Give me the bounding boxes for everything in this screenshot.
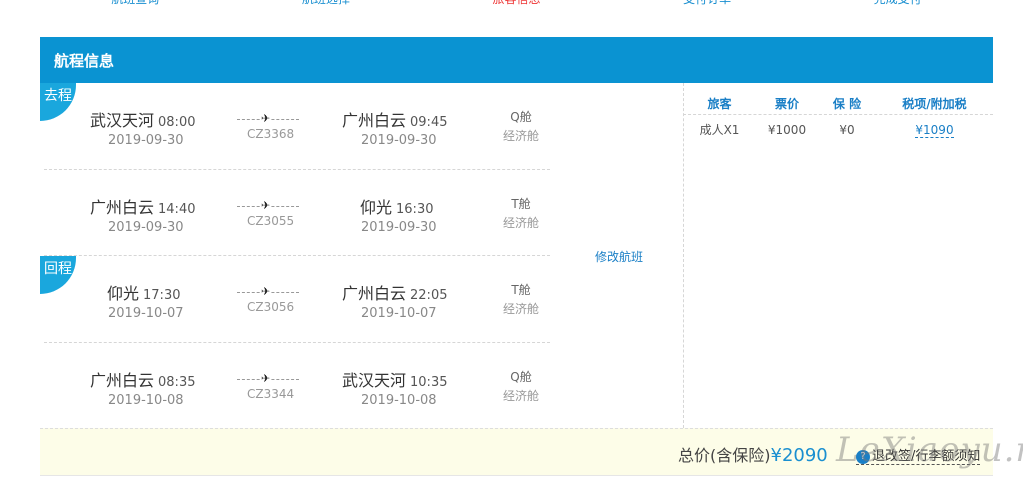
itinerary-panel: 航程信息 去程 武汉天河 08:00 2019-09-30 ✈ CZ3368 广州… (40, 37, 993, 477)
departure-city: 武汉天河 (90, 111, 155, 130)
step-nav: 航班查询 航班选择 旅客信息 支付订单 完成支付 (40, 0, 993, 10)
flight-arrow: ✈ (237, 372, 299, 385)
flight-arrow: ✈ (237, 199, 299, 212)
departure-city: 广州白云 (90, 198, 155, 217)
cabin-code: T舱 (511, 197, 531, 211)
arrival-date: 2019-09-30 (361, 220, 437, 235)
arrival: 广州白云 22:05 (342, 280, 447, 304)
watermark: LeXiaoyu.net (836, 430, 1023, 470)
plane-icon: ✈ (261, 372, 271, 385)
departure: 武汉天河 08:00 (90, 107, 195, 131)
departure-date: 2019-10-07 (108, 306, 184, 321)
flight-number: CZ3055 (247, 214, 295, 228)
departure-city: 仰光 (107, 284, 140, 303)
table-row: 成人X1 ¥1000 ¥0 ¥1090 (683, 115, 993, 141)
cabin-code: T舱 (511, 283, 531, 297)
step-pay-order: 支付订单 (612, 0, 803, 10)
cabin-info: Q舱经济舱 (496, 108, 546, 144)
departure-city: 广州白云 (90, 371, 155, 390)
departure: 广州白云 14:40 (90, 194, 195, 218)
departure: 仰光 17:30 (107, 280, 180, 304)
flight-segment: 武汉天河 08:00 2019-09-30 ✈ CZ3368 广州白云 09:45 … (44, 83, 550, 169)
header-insurance: 保 险 (832, 97, 862, 111)
flight-arrow: ✈ (237, 112, 299, 125)
passenger-type: 成人X1 (699, 122, 740, 137)
step-select-flight: 航班选择 (231, 0, 422, 10)
departure-time: 08:35 (158, 375, 196, 390)
flight-segment: 仰光 17:30 2019-10-07 ✈ CZ3056 广州白云 22:05 20… (44, 256, 550, 342)
flight-number: CZ3056 (247, 300, 295, 314)
cabin-code: Q舱 (510, 110, 532, 124)
cabin-info: T舱经济舱 (496, 195, 546, 231)
arrival: 武汉天河 10:35 (342, 367, 447, 391)
cabin-info: Q舱经济舱 (496, 368, 546, 404)
header-tax: 税项/附加税 (902, 97, 967, 111)
cabin-class: 经济舱 (502, 216, 539, 230)
total-price: 总价(含保险)¥2090 (678, 442, 828, 466)
tax-value[interactable]: ¥1090 (915, 122, 954, 138)
cabin-class: 经济舱 (502, 389, 539, 403)
flight-arrow: ✈ (237, 285, 299, 298)
arrival: 仰光 16:30 (360, 194, 433, 218)
price-table-header: 旅客 票价 保 险 税项/附加税 (683, 83, 993, 115)
cabin-class: 经济舱 (502, 129, 539, 143)
departure-date: 2019-09-30 (108, 220, 184, 235)
header-fare: 票价 (774, 97, 799, 111)
plane-icon: ✈ (261, 199, 271, 212)
fare-value: ¥1000 (767, 122, 807, 137)
departure-date: 2019-09-30 (108, 133, 184, 148)
flight-number: CZ3368 (247, 127, 295, 141)
arrival-city: 广州白云 (342, 111, 407, 130)
insurance-value: ¥0 (839, 122, 855, 137)
flight-segment: 广州白云 08:35 2019-10-08 ✈ CZ3344 武汉天河 10:35 … (44, 343, 550, 429)
arrival-date: 2019-10-07 (361, 306, 437, 321)
arrival-time: 16:30 (396, 202, 434, 217)
arrival-date: 2019-10-08 (361, 393, 437, 408)
itinerary-body: 去程 武汉天河 08:00 2019-09-30 ✈ CZ3368 广州白云 09:… (40, 83, 993, 428)
departure-time: 08:00 (158, 115, 196, 130)
cabin-class: 经济舱 (502, 302, 539, 316)
modify-flight-link[interactable]: 修改航班 (595, 248, 643, 265)
arrival: 广州白云 09:45 (342, 107, 447, 131)
price-table: 旅客 票价 保 险 税项/附加税 成人X1 ¥1000 ¥0 ¥1090 (683, 83, 993, 141)
arrival-time: 09:45 (410, 115, 448, 130)
arrival-time: 10:35 (410, 375, 448, 390)
cabin-info: T舱经济舱 (496, 281, 546, 317)
total-amount: ¥2090 (770, 445, 828, 466)
departure: 广州白云 08:35 (90, 367, 195, 391)
total-label: 总价(含保险) (678, 446, 771, 465)
step-passenger-info: 旅客信息 (421, 0, 612, 10)
panel-title: 航程信息 (40, 37, 993, 83)
arrival-city: 仰光 (360, 198, 393, 217)
header-passenger: 旅客 (707, 97, 732, 111)
plane-icon: ✈ (261, 285, 271, 298)
step-search: 航班查询 (40, 0, 231, 10)
arrival-city: 广州白云 (342, 284, 407, 303)
plane-icon: ✈ (261, 112, 271, 125)
step-complete: 完成支付 (802, 0, 993, 10)
flight-segment: 广州白云 14:40 2019-09-30 ✈ CZ3055 仰光 16:30 20… (44, 170, 550, 256)
arrival-city: 武汉天河 (342, 371, 407, 390)
cabin-code: Q舱 (510, 370, 532, 384)
departure-time: 14:40 (158, 202, 196, 217)
departure-date: 2019-10-08 (108, 393, 184, 408)
arrival-time: 22:05 (410, 288, 448, 303)
arrival-date: 2019-09-30 (361, 133, 437, 148)
flight-number: CZ3344 (247, 387, 295, 401)
departure-time: 17:30 (143, 288, 181, 303)
